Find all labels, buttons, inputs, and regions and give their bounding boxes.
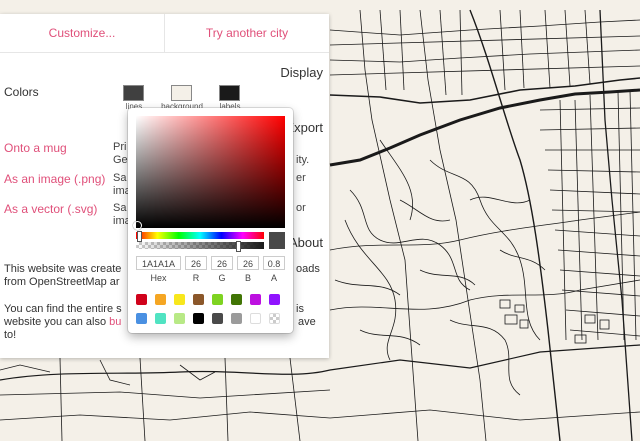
green-input[interactable]: 26: [211, 256, 233, 270]
preset-color-swatch[interactable]: [231, 294, 242, 305]
color-picker: 1A1A1A 26 26 26 0.8 Hex R G B A: [128, 108, 293, 333]
preset-color-swatch[interactable]: [174, 294, 185, 305]
preset-color-swatch[interactable]: [155, 294, 166, 305]
saturation-area[interactable]: [133, 116, 285, 230]
export-mug-desc-end: ity.: [296, 154, 310, 166]
panel-tabs: Customize... Try another city: [0, 14, 329, 53]
hex-label: Hex: [150, 273, 167, 283]
red-label: R: [192, 273, 200, 283]
preset-color-swatch[interactable]: [193, 294, 204, 305]
lines-color-swatch[interactable]: [123, 85, 144, 101]
display-heading: Display: [280, 65, 323, 80]
preset-color-swatch[interactable]: [136, 294, 147, 305]
export-png-link[interactable]: As an image (.png): [4, 172, 105, 186]
green-label: G: [218, 273, 226, 283]
preset-color-swatch[interactable]: [212, 313, 223, 324]
export-png-desc-end: er: [296, 172, 306, 184]
tab-customize[interactable]: Customize...: [0, 14, 164, 52]
about-link[interactable]: bu: [109, 316, 121, 328]
colors-label: Colors: [4, 85, 39, 99]
blue-label: B: [244, 273, 251, 283]
preset-color-swatch[interactable]: [269, 313, 280, 324]
alpha-input[interactable]: 0.8: [263, 256, 285, 270]
export-mug-link[interactable]: Onto a mug: [4, 141, 67, 155]
preset-color-swatch[interactable]: [231, 313, 242, 324]
preset-color-swatch[interactable]: [174, 313, 185, 324]
export-svg-desc-end: or: [296, 202, 306, 214]
about-heading: About: [289, 235, 323, 250]
export-mug-desc: Pri Ge: [113, 141, 128, 166]
labels-color-swatch[interactable]: [219, 85, 240, 101]
preset-color-swatch[interactable]: [193, 313, 204, 324]
hue-slider[interactable]: [136, 231, 264, 242]
tab-try-another-city[interactable]: Try another city: [164, 14, 329, 52]
alpha-label: A: [270, 273, 277, 283]
export-svg-link[interactable]: As a vector (.svg): [4, 202, 97, 216]
preset-color-swatch[interactable]: [250, 313, 261, 324]
hex-input[interactable]: 1A1A1A: [136, 256, 181, 270]
saturation-handle[interactable]: [133, 221, 142, 230]
background-color-swatch[interactable]: [171, 85, 192, 101]
alpha-slider[interactable]: [136, 241, 264, 252]
preset-color-swatch[interactable]: [250, 294, 261, 305]
preset-color-swatch[interactable]: [212, 294, 223, 305]
hue-handle[interactable]: [137, 231, 142, 242]
blue-input[interactable]: 26: [237, 256, 259, 270]
color-preview: [269, 232, 285, 249]
red-input[interactable]: 26: [185, 256, 207, 270]
alpha-handle[interactable]: [236, 241, 241, 252]
preset-color-swatch[interactable]: [136, 313, 147, 324]
preset-color-swatch[interactable]: [155, 313, 166, 324]
preset-color-swatch[interactable]: [269, 294, 280, 305]
